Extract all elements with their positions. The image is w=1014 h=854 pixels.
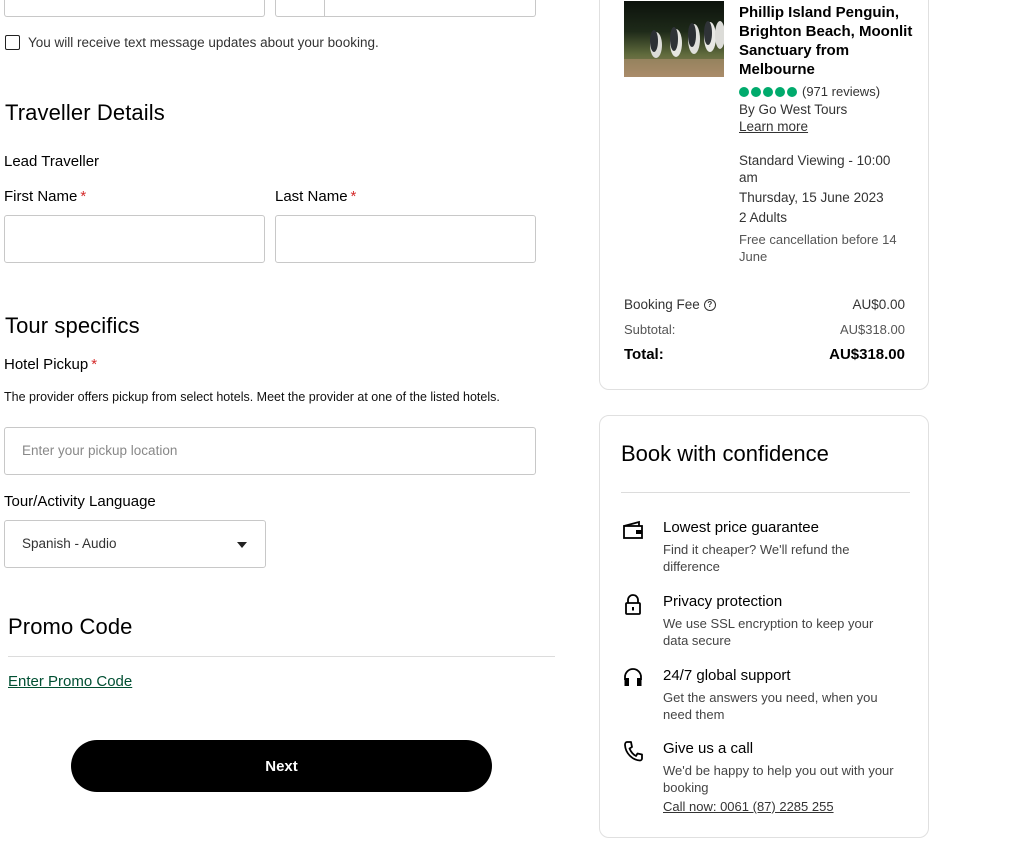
confidence-item-text: We use SSL encryption to keep your data … [663, 616, 874, 648]
pickup-location-input[interactable]: Enter your pickup location [4, 427, 536, 475]
tour-option: Standard Viewing - 10:00 am [739, 153, 891, 185]
tour-specifics-heading: Tour specifics [5, 313, 140, 338]
last-name-label: Last Name * [275, 188, 356, 205]
hotel-pickup-label: Hotel Pickup * [4, 356, 97, 373]
confidence-heading: Book with confidence [621, 441, 829, 466]
learn-more-link[interactable]: Learn more [739, 119, 808, 134]
hotel-pickup-label-text: Hotel Pickup [4, 356, 89, 373]
chevron-down-icon [237, 542, 247, 548]
penguins-illustration [624, 21, 724, 77]
confidence-item-title: 24/7 global support [663, 667, 791, 684]
confidence-divider [621, 492, 910, 493]
field-divider [324, 0, 325, 16]
total-label: Total: [624, 346, 664, 363]
first-name-input[interactable] [4, 215, 265, 263]
subtotal-row: Subtotal: AU$318.00 [624, 322, 905, 337]
tour-thumbnail-image [624, 1, 724, 77]
book-with-confidence-card: Book with confidence Lowest price guaran… [599, 415, 929, 838]
pickup-location-placeholder: Enter your pickup location [22, 443, 178, 458]
lock-icon [624, 594, 642, 621]
subtotal-label: Subtotal: [624, 322, 676, 337]
first-name-label-text: First Name [4, 188, 78, 205]
booking-summary-card: Phillip Island Penguin, Brighton Beach, … [599, 0, 929, 390]
confidence-item-title: Lowest price guarantee [663, 519, 819, 536]
confidence-item-title: Privacy protection [663, 593, 783, 610]
rating-bubble-icon [763, 86, 773, 97]
rating-bubble-icon [775, 86, 785, 97]
phone-number-field[interactable] [4, 0, 265, 17]
next-button-label: Next [265, 757, 298, 775]
subtotal-value: AU$318.00 [839, 322, 905, 337]
call-now-link[interactable]: Call now: 0061 (87) 2285 255 [663, 799, 834, 814]
promo-code-heading: Promo Code [8, 614, 133, 639]
required-mark: * [350, 188, 357, 205]
booking-fee-value: AU$0.00 [852, 297, 905, 312]
phone-icon [623, 740, 643, 767]
booking-fee-label-group: Booking Fee ? [624, 297, 716, 312]
required-mark: * [80, 188, 87, 205]
confidence-item-text: Get the answers you need, when you need … [663, 690, 878, 722]
total-value: AU$318.00 [829, 346, 905, 363]
tour-date: Thursday, 15 June 2023 [739, 190, 884, 205]
rating-bubbles [739, 86, 797, 97]
booking-fee-label: Booking Fee [624, 297, 700, 312]
first-name-label: First Name * [4, 188, 86, 205]
last-name-input[interactable] [275, 215, 536, 263]
language-select[interactable]: Spanish - Audio [4, 520, 266, 568]
language-selected-value: Spanish - Audio [22, 536, 117, 551]
language-label: Tour/Activity Language [4, 493, 156, 510]
wallet-icon [622, 520, 644, 545]
cancellation-policy: Free cancellation before 14 June [739, 232, 897, 264]
tour-title[interactable]: Phillip Island Penguin, Brighton Beach, … [739, 3, 914, 79]
headphones-icon [623, 667, 643, 692]
promo-divider [8, 656, 555, 657]
traveller-details-heading: Traveller Details [5, 100, 165, 125]
phone-country-code-field[interactable] [275, 0, 536, 17]
next-button[interactable]: Next [71, 740, 492, 792]
rating-row: (971 reviews) [739, 84, 880, 99]
confidence-item-text: Find it cheaper? We'll refund the differ… [663, 542, 850, 574]
rating-bubble-icon [739, 86, 749, 97]
booking-fee-row: Booking Fee ? AU$0.00 [624, 297, 905, 312]
enter-promo-code-link[interactable]: Enter Promo Code [8, 673, 132, 690]
lead-traveller-label: Lead Traveller [4, 153, 100, 170]
sms-updates-label: You will receive text message updates ab… [28, 35, 379, 50]
hotel-pickup-note: The provider offers pickup from select h… [4, 390, 500, 404]
review-count[interactable]: (971 reviews) [802, 84, 880, 99]
last-name-label-text: Last Name [275, 188, 348, 205]
rating-bubble-icon [751, 86, 761, 97]
confidence-item-title: Give us a call [663, 740, 754, 757]
confidence-item-text: We'd be happy to help you out with your … [663, 763, 894, 795]
tour-operator: By Go West Tours [739, 102, 848, 117]
total-row: Total: AU$318.00 [624, 346, 905, 363]
required-mark: * [91, 356, 98, 373]
traveller-count: 2 Adults [739, 210, 788, 225]
sms-updates-checkbox[interactable] [5, 35, 20, 50]
help-icon[interactable]: ? [703, 298, 716, 311]
rating-bubble-icon [787, 86, 797, 97]
